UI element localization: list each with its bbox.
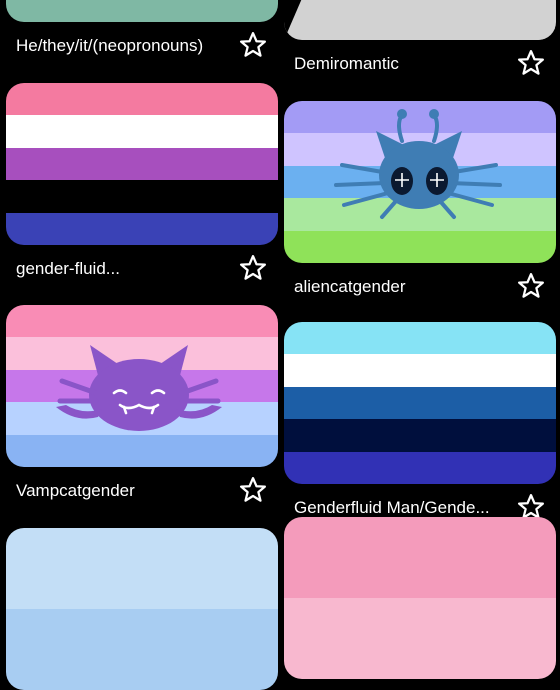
flag-stripe (284, 354, 556, 387)
flag-label: gender-fluid... (16, 259, 120, 278)
flag-stripe (6, 609, 278, 690)
flag-stripe (284, 419, 556, 452)
flag-stripes (6, 83, 278, 245)
flag-image[interactable] (6, 0, 278, 22)
flag-stripe (284, 386, 556, 420)
star-outline-icon[interactable] (238, 30, 268, 60)
flag-image[interactable] (284, 101, 556, 263)
flag-image[interactable] (284, 0, 556, 40)
flag-stripe (6, 528, 278, 609)
flag-label: He/they/it/(neopronouns) (16, 36, 204, 55)
flag-image[interactable] (6, 305, 278, 467)
flag-label: Demiromantic (294, 54, 399, 73)
flag-image[interactable] (284, 517, 556, 679)
flag-stripe (6, 147, 278, 181)
star-outline-icon[interactable] (516, 271, 546, 301)
flag-image[interactable] (6, 528, 278, 690)
flag-label: Vampcatgender (16, 481, 135, 500)
flag-label: aliencatgender (294, 277, 406, 296)
flag-stripe (6, 83, 278, 116)
star-outline-icon[interactable] (238, 475, 268, 505)
flag-stripe (6, 115, 278, 148)
flag-label: Genderfluid Man/Gende... (294, 498, 490, 517)
flag-stripes (284, 322, 556, 484)
flag-stripe (284, 451, 556, 484)
flag-stripes (6, 0, 278, 22)
vamp-cat-icon (56, 345, 222, 431)
star-outline-icon[interactable] (238, 253, 268, 283)
flag-stripe (284, 598, 556, 679)
flag-stripes (284, 517, 556, 679)
flag-image[interactable] (284, 322, 556, 484)
flag-stripe (6, 0, 278, 22)
demi-chevron (284, 0, 556, 40)
flag-stripes (6, 528, 278, 690)
flag-stripe (284, 322, 556, 355)
star-outline-icon[interactable] (516, 48, 546, 78)
alien-cat-icon (334, 109, 502, 219)
flag-image[interactable] (6, 83, 278, 245)
flag-stripe (284, 517, 556, 598)
flag-stripe (6, 180, 278, 213)
flag-stripe (6, 212, 278, 245)
